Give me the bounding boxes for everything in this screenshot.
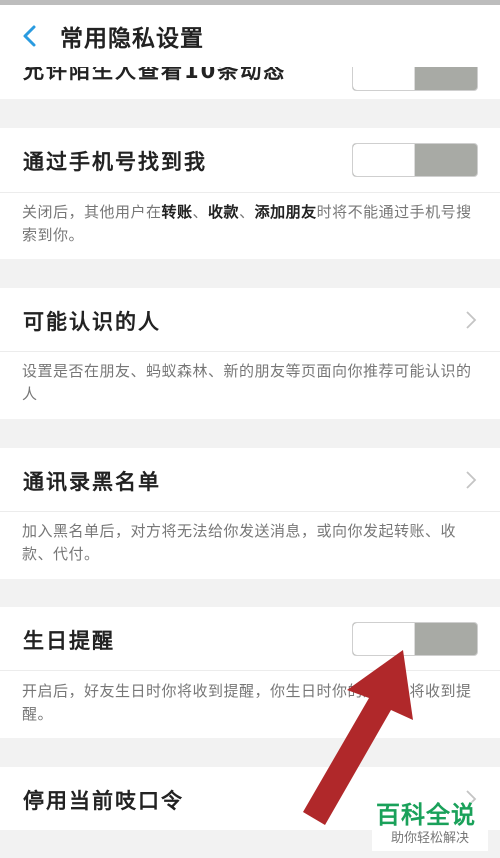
blacklist-desc: 加入黑名单后，对方将无法给你发送消息，或向你发起转账、收款、代付。 (22, 522, 457, 563)
divider (0, 351, 500, 352)
people-you-may-know-label: 可能认识的人 (23, 310, 161, 334)
header-bar: 常用隐私设置 (0, 5, 500, 67)
card-partial: 允许陌生人查看10条动态 (0, 67, 500, 99)
divider (0, 511, 500, 512)
chevron-right-icon (466, 311, 477, 329)
blacklist-label: 通讯录黑名单 (23, 470, 161, 494)
find-by-phone-label: 通过手机号找到我 (23, 150, 207, 174)
people-you-may-know-desc: 设置是否在朋友、蚂蚁森林、新的朋友等页面向你推荐可能认识的人 (22, 362, 472, 403)
disable-code-label: 停用当前吱口令 (23, 789, 184, 813)
partial-row-label: 允许陌生人查看10条动态 (23, 67, 287, 83)
card-birthday: 生日提醒 开启后，好友生日时你将收到提醒，你生日时你的好友也将收到提醒。 (0, 607, 500, 738)
partial-toggle[interactable] (352, 67, 478, 91)
find-by-phone-desc: 关闭后，其他用户在转账、收款、添加朋友时将不能通过手机号搜索到你。 (22, 203, 472, 244)
watermark-tagline: 助你轻松解决 (372, 827, 488, 851)
blacklist-row[interactable]: 通讯录黑名单 (0, 448, 500, 511)
find-by-phone-toggle[interactable] (352, 143, 478, 177)
card-blacklist: 通讯录黑名单 加入黑名单后，对方将无法给你发送消息，或向你发起转账、收款、代付。 (0, 448, 500, 579)
watermark-logo: 百科全说 (376, 801, 476, 829)
divider (0, 192, 500, 193)
card-people-you-may-know: 可能认识的人 设置是否在朋友、蚂蚁森林、新的朋友等页面向你推荐可能认识的人 (0, 288, 500, 419)
people-you-may-know-row[interactable]: 可能认识的人 (0, 288, 500, 351)
chevron-right-icon (466, 471, 477, 489)
toggle-knob (353, 67, 415, 90)
toggle-knob (353, 144, 415, 176)
back-button[interactable] (0, 5, 60, 67)
card-find-by-phone: 通过手机号找到我 关闭后，其他用户在转账、收款、添加朋友时将不能通过手机号搜索到… (0, 128, 500, 259)
page-title: 常用隐私设置 (60, 26, 204, 52)
divider (0, 670, 500, 671)
birthday-label: 生日提醒 (23, 629, 115, 653)
back-arrow-icon (23, 25, 36, 47)
